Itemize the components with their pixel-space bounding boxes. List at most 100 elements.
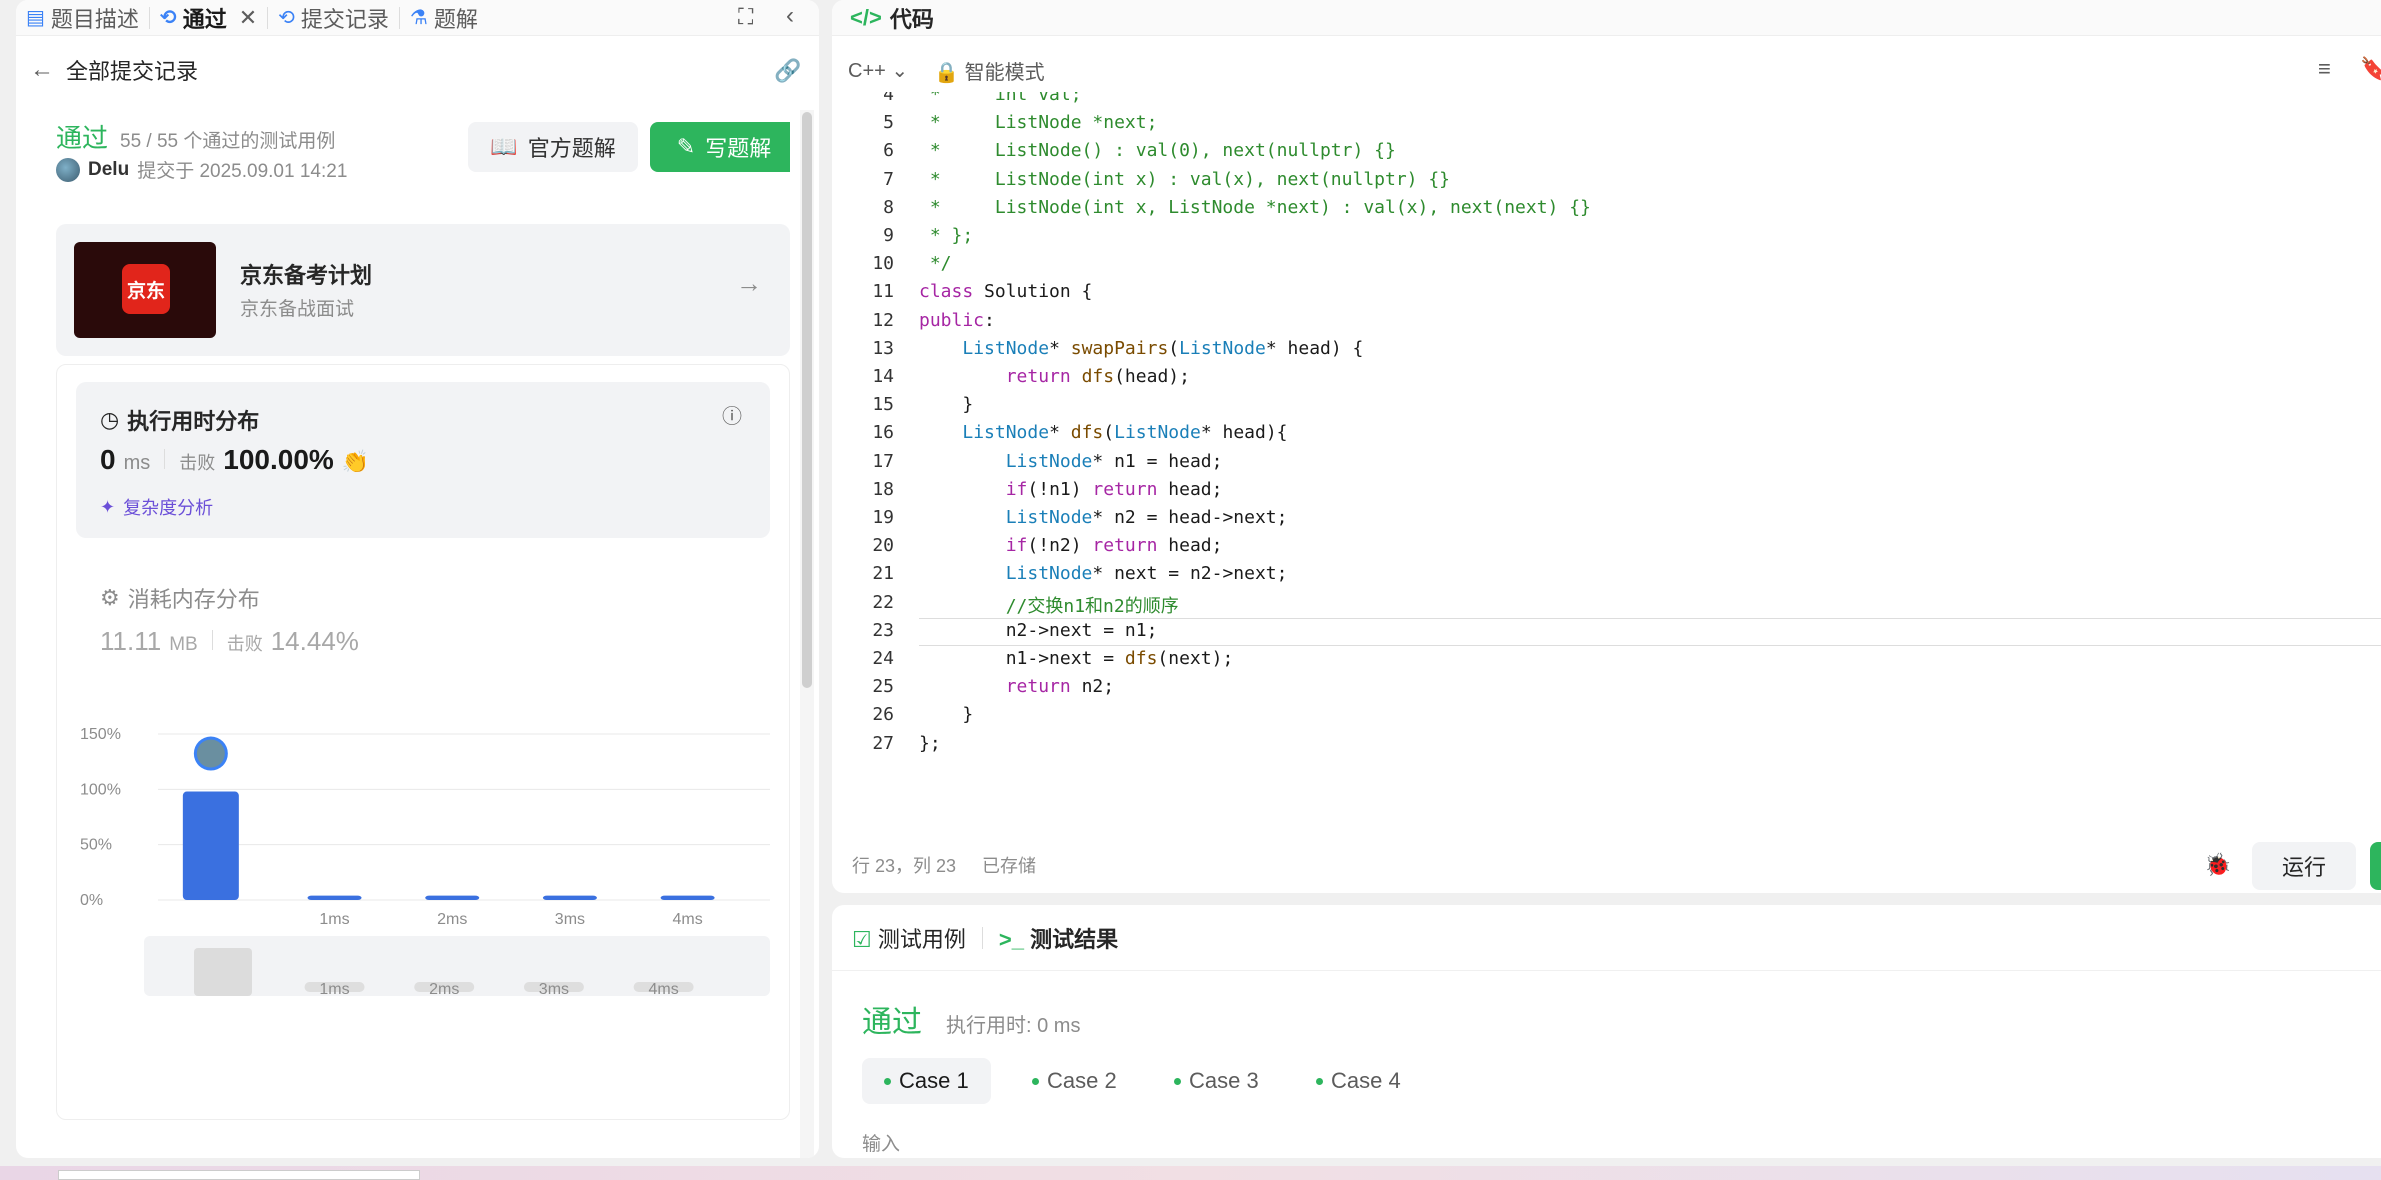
code-line[interactable]: //交换n1和n2的顺序 [919, 592, 1179, 618]
left-scrollbar-thumb[interactable] [802, 112, 812, 688]
case-status-dot [1174, 1077, 1181, 1085]
promo-subtitle: 京东备战面试 [240, 299, 355, 320]
tab-submissions[interactable]: ⟲ 提交记录 [268, 0, 399, 36]
memory-section[interactable]: ⚙ 消耗内存分布 [100, 582, 260, 614]
code-line[interactable]: public: [919, 310, 995, 331]
x-tick-label: 4ms [672, 911, 702, 928]
code-line[interactable]: */ [919, 253, 952, 274]
case-tab-4[interactable]: Case 4 [1294, 1058, 1423, 1104]
tab-test-result[interactable]: >_ 测试结果 [999, 922, 1118, 954]
line-number: 20 [872, 535, 894, 557]
lock-icon: 🔒 [934, 61, 960, 84]
chip-icon: ⚙ [100, 585, 120, 610]
code-line[interactable]: if(!n1) return head; [919, 479, 1223, 500]
info-icon[interactable]: ⓘ [722, 400, 742, 429]
line-number: 13 [872, 337, 894, 359]
flask-icon: ⚗ [409, 7, 428, 29]
link-icon[interactable]: 🔗 [774, 58, 801, 84]
complexity-analysis-link[interactable]: 复杂度分析 [123, 494, 213, 520]
collapse-panel-icon[interactable]: ‹ [786, 2, 794, 30]
test-runtime: 执行用时: 0 ms [946, 1015, 1081, 1037]
tab-accepted[interactable]: ⟲ 通过 ✕ [150, 0, 267, 36]
promo-card[interactable]: 京东 京东备考计划 京东备战面试 → [56, 224, 790, 356]
code-line[interactable]: return dfs(head); [919, 366, 1190, 387]
code-line[interactable]: * ListNode(int x) : val(x), next(nullptr… [919, 169, 1450, 190]
code-line[interactable]: ListNode* swapPairs(ListNode* head) { [919, 338, 1363, 359]
testcase-count: 55 / 55 个通过的测试用例 [120, 131, 336, 152]
code-line[interactable]: ListNode* next = n2->next; [919, 563, 1288, 584]
user-name[interactable]: Delu [88, 159, 129, 181]
runtime-unit: ms [123, 452, 151, 474]
code-line[interactable]: if(!n2) return head; [919, 535, 1223, 556]
avatar[interactable] [56, 157, 80, 182]
code-line[interactable]: n2->next = n1; [919, 620, 1158, 641]
bookmark-icon[interactable]: 🔖 [2360, 56, 2381, 82]
tab-solutions[interactable]: ⚗ 题解 [400, 0, 488, 36]
debug-icon[interactable]: 🐞 [2204, 852, 2231, 878]
minimap-window [194, 948, 252, 996]
chevron-down-icon: ⌄ [891, 59, 909, 82]
case-status-dot [884, 1077, 891, 1085]
memory-beats-value: 14.44% [270, 626, 359, 656]
runtime-box[interactable]: ◷ 执行用时分布 ⓘ 0 ms 击败 100.00% 👏 ✦ 复杂度分析 [76, 382, 770, 538]
code-line[interactable]: }; [919, 733, 941, 754]
close-tab-icon[interactable]: ✕ [239, 5, 257, 31]
code-line[interactable]: * ListNode *next; [919, 112, 1158, 133]
case-tab-1[interactable]: Case 1 [862, 1058, 991, 1104]
case-label: Case 2 [1047, 1068, 1117, 1093]
taskbar-item[interactable] [58, 1170, 420, 1180]
checkbox-icon: ☑ [852, 926, 872, 952]
format-icon[interactable]: ≡ [2318, 56, 2331, 82]
case-status-dot [1316, 1077, 1323, 1085]
code-editor[interactable]: 4 * int val; 5 * ListNode *next; 6 * ListN… [832, 92, 2381, 812]
code-line[interactable]: class Solution { [919, 281, 1092, 302]
x-tick-label: 1ms [319, 911, 349, 928]
case-tab-2[interactable]: Case 2 [1010, 1058, 1139, 1104]
run-button[interactable]: 运行 [2252, 842, 2356, 890]
language-select[interactable]: C++ ⌄ [848, 58, 908, 83]
case-tab-3[interactable]: Case 3 [1152, 1058, 1281, 1104]
code-panel: </> 代码 C++ ⌄ 🔒 智能模式 ≡ 🔖 4 * int val; 5 * … [832, 0, 2381, 893]
jd-promo-image: 京东 [74, 242, 216, 338]
line-number: 22 [872, 591, 894, 613]
line-number: 6 [883, 140, 894, 162]
line-number: 21 [872, 563, 894, 585]
line-number: 16 [872, 422, 894, 444]
code-line[interactable]: * ListNode(int x, ListNode *next) : val(… [919, 197, 1591, 218]
x-tick-label: 2ms [437, 911, 467, 928]
code-line[interactable]: } [919, 704, 973, 725]
user-avatar-marker [196, 739, 225, 768]
case-label: Case 4 [1331, 1068, 1401, 1093]
runtime-distribution-chart[interactable]: 150% 100% 50% 0% 1ms 2ms 3ms 4ms 1ms 2ms 3ms 4ms [80, 724, 770, 1144]
code-line[interactable]: n1->next = dfs(next); [919, 648, 1234, 669]
code-line[interactable]: ListNode* dfs(ListNode* head){ [919, 422, 1287, 443]
line-number: 23 [872, 619, 894, 641]
tab-testcase[interactable]: ☑ 测试用例 [852, 922, 966, 954]
official-solution-button[interactable]: 📖 官方题解 [468, 122, 638, 172]
case-label: Case 3 [1189, 1068, 1259, 1093]
jd-logo: 京东 [122, 264, 170, 314]
tab-description[interactable]: ▤ 题目描述 [16, 0, 149, 36]
code-line[interactable]: * }; [919, 225, 973, 246]
edit-icon: ✎ [676, 134, 696, 159]
book-icon: 📖 [490, 134, 518, 159]
code-line[interactable]: } [919, 394, 973, 415]
code-line[interactable]: ListNode* n1 = head; [919, 451, 1223, 472]
line-number: 12 [872, 309, 894, 331]
minimap-label: 1ms [319, 981, 349, 998]
y-tick-label: 150% [80, 726, 121, 743]
code-tab-title[interactable]: 代码 [890, 2, 934, 34]
minimap-label: 3ms [539, 981, 569, 998]
fullscreen-icon[interactable]: ⛶ [738, 4, 753, 30]
code-line[interactable]: return n2; [919, 676, 1114, 697]
write-solution-button[interactable]: ✎ 写题解 [650, 122, 790, 172]
promo-title: 京东备考计划 [240, 263, 373, 288]
result-status: 通过 [56, 123, 109, 153]
code-line[interactable]: * int val; [919, 92, 1082, 105]
code-line[interactable]: * ListNode() : val(0), next(nullptr) {} [919, 140, 1396, 161]
code-line[interactable]: ListNode* n2 = head->next; [919, 507, 1288, 528]
back-arrow-icon[interactable]: ← [30, 56, 54, 84]
all-submissions-link[interactable]: 全部提交记录 [66, 54, 198, 86]
smart-mode-toggle[interactable]: 🔒 智能模式 [934, 56, 1044, 85]
submit-button[interactable] [2370, 842, 2381, 890]
